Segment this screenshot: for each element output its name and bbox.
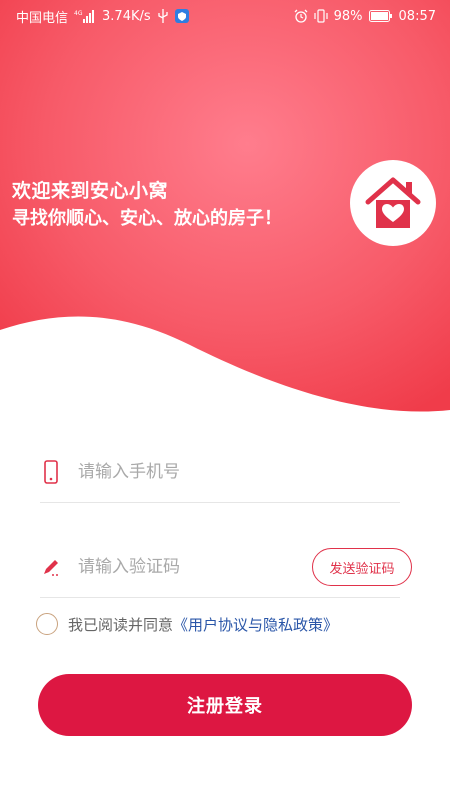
status-right: 98% 08:57 bbox=[294, 9, 436, 24]
phone-icon bbox=[40, 460, 62, 484]
agreement-checkbox[interactable] bbox=[36, 613, 58, 635]
clock-time: 08:57 bbox=[398, 8, 436, 24]
app-notification-icon bbox=[174, 9, 189, 23]
vibrate-icon bbox=[314, 9, 328, 23]
pencil-icon bbox=[40, 557, 62, 577]
network-speed: 3.74K/s bbox=[102, 8, 151, 24]
phone-input[interactable] bbox=[76, 461, 400, 483]
usb-icon bbox=[157, 9, 169, 23]
send-code-button[interactable]: 发送验证码 bbox=[312, 548, 412, 586]
battery-percent: 98% bbox=[333, 8, 363, 24]
welcome-block: 欢迎来到安心小窝 寻找你顺心、安心、放心的房子！ bbox=[12, 178, 282, 232]
phone-row bbox=[40, 442, 400, 503]
network-type-label: 4G bbox=[74, 10, 83, 17]
register-login-button[interactable]: 注册登录 bbox=[38, 674, 412, 736]
welcome-title: 欢迎来到安心小窝 bbox=[12, 180, 169, 202]
agreement-prefix: 我已阅读并同意 bbox=[68, 615, 174, 634]
code-row: 发送验证码 bbox=[40, 537, 412, 598]
app-logo bbox=[350, 160, 436, 246]
battery-icon bbox=[368, 10, 393, 22]
agreement-link[interactable]: 《用户协议与隐私政策》 bbox=[173, 614, 338, 635]
carrier-label: 中国电信 bbox=[16, 10, 69, 26]
login-screen: 中国电信 4G 3.74K/s 98% 08:57 欢迎来到安心小窝 寻找你顺心… bbox=[0, 0, 450, 800]
house-heart-icon bbox=[365, 177, 421, 228]
welcome-subtitle: 寻找你顺心、安心、放心的房子！ bbox=[12, 208, 282, 229]
agreement-row: 我已阅读并同意 《用户协议与隐私政策》 bbox=[36, 610, 338, 638]
alarm-icon bbox=[294, 9, 308, 23]
signal-icon: 4G bbox=[74, 9, 96, 23]
status-bar: 中国电信 4G 3.74K/s 98% 08:57 bbox=[0, 0, 450, 32]
status-left: 中国电信 4G 3.74K/s bbox=[16, 7, 189, 26]
